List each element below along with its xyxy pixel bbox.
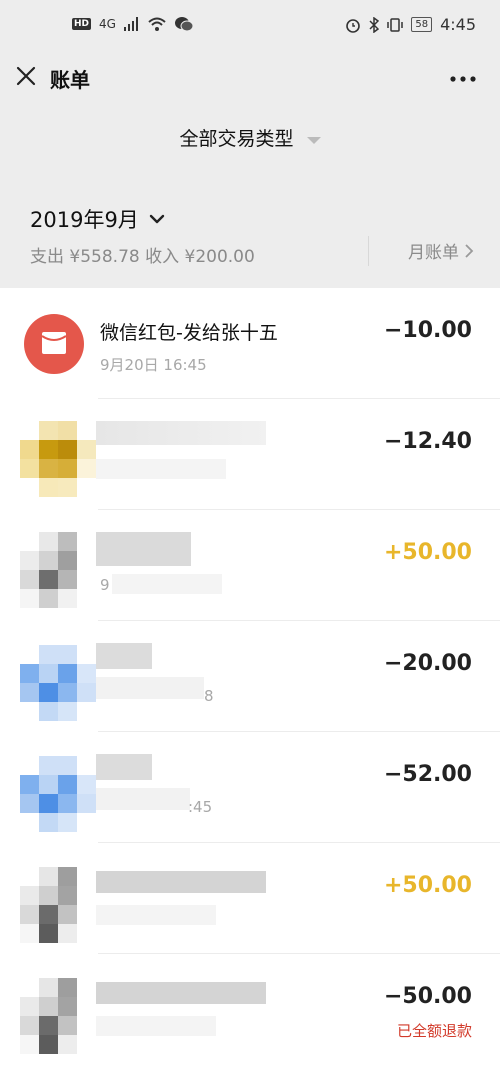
blurred-title <box>96 982 266 1004</box>
transaction-row[interactable]: +50.00 <box>0 843 500 954</box>
transaction-type-filter[interactable]: 全部交易类型 <box>0 124 500 160</box>
status-right: 58 4:45 <box>345 15 476 34</box>
alarm-icon <box>346 18 361 33</box>
transaction-list: 微信红包-发给张十五 9月20日 16:45 −10.00 −12.40 9 +… <box>0 288 500 1070</box>
blurred-avatar <box>20 756 96 832</box>
transaction-time: :45 <box>188 798 213 816</box>
transaction-time: 9 <box>100 576 110 594</box>
blurred-title <box>96 871 266 893</box>
blurred-avatar <box>20 978 77 1054</box>
month-summary: 2019年9月 支出 ¥558.78 收入 ¥200.00 月账单 <box>0 180 500 288</box>
transaction-time: 8 <box>204 687 214 705</box>
status-bar: HD 4G 58 4:45 <box>0 0 500 56</box>
transaction-row[interactable]: −50.00 已全额退款 <box>0 954 500 1065</box>
caret-down-icon <box>306 136 321 144</box>
blurred-time <box>96 788 190 810</box>
transaction-row[interactable]: 8 −20.00 <box>0 621 500 732</box>
divider <box>368 236 369 266</box>
page-title: 账单 <box>50 68 90 92</box>
blurred-title <box>96 421 266 445</box>
blurred-title <box>96 532 191 566</box>
blurred-time <box>96 1016 216 1036</box>
refund-note: 已全额退款 <box>396 1022 472 1040</box>
monthly-bill-button[interactable]: 月账单 <box>408 238 474 263</box>
close-icon[interactable] <box>14 64 40 90</box>
transaction-row[interactable]: :45 −52.00 <box>0 732 500 843</box>
transaction-row[interactable]: −12.40 <box>0 399 500 510</box>
status-left: HD 4G <box>72 16 194 32</box>
blurred-title <box>96 754 152 780</box>
income-expense-summary: 支出 ¥558.78 收入 ¥200.00 <box>30 247 255 267</box>
red-packet-icon <box>24 314 84 374</box>
transaction-amount: +50.00 <box>383 873 472 898</box>
more-icon[interactable] <box>450 76 476 82</box>
blurred-avatar <box>20 421 96 497</box>
transaction-amount: −12.40 <box>383 429 472 454</box>
wifi-icon <box>148 17 166 31</box>
chevron-right-icon <box>465 243 474 258</box>
transaction-time: 9月20日 16:45 <box>100 356 207 374</box>
transaction-amount: −20.00 <box>383 651 472 676</box>
chevron-down-icon <box>149 214 165 224</box>
bluetooth-icon <box>369 16 380 33</box>
transaction-amount: −52.00 <box>383 762 472 787</box>
filter-label: 全部交易类型 <box>179 128 294 150</box>
transaction-row[interactable]: 9 +50.00 <box>0 510 500 621</box>
clock: 4:45 <box>440 15 476 34</box>
transaction-row[interactable]: 微信红包-发给张十五 9月20日 16:45 −10.00 <box>0 288 500 399</box>
monthly-bill-label: 月账单 <box>408 243 459 263</box>
blurred-time <box>96 459 226 479</box>
hd-icon: HD <box>72 18 92 30</box>
transaction-amount: −50.00 <box>383 984 472 1009</box>
month-selector[interactable]: 2019年9月 <box>30 204 165 234</box>
signal-icon <box>123 17 138 31</box>
transaction-title: 微信红包-发给张十五 <box>100 322 278 344</box>
blurred-time <box>96 677 204 699</box>
blurred-avatar <box>20 645 96 721</box>
network-label: 4G <box>99 17 116 31</box>
blurred-avatar <box>20 532 77 608</box>
transaction-amount: +50.00 <box>383 540 472 565</box>
blurred-time <box>96 905 216 925</box>
blurred-avatar <box>20 867 77 943</box>
wechat-icon <box>174 17 194 32</box>
battery-icon: 58 <box>411 17 433 32</box>
transaction-amount: −10.00 <box>383 318 472 343</box>
blurred-time <box>112 574 222 594</box>
blurred-title <box>96 643 152 669</box>
vibrate-icon <box>387 17 404 32</box>
month-label: 2019年9月 <box>30 208 139 232</box>
top-bar: 账单 <box>0 56 500 100</box>
